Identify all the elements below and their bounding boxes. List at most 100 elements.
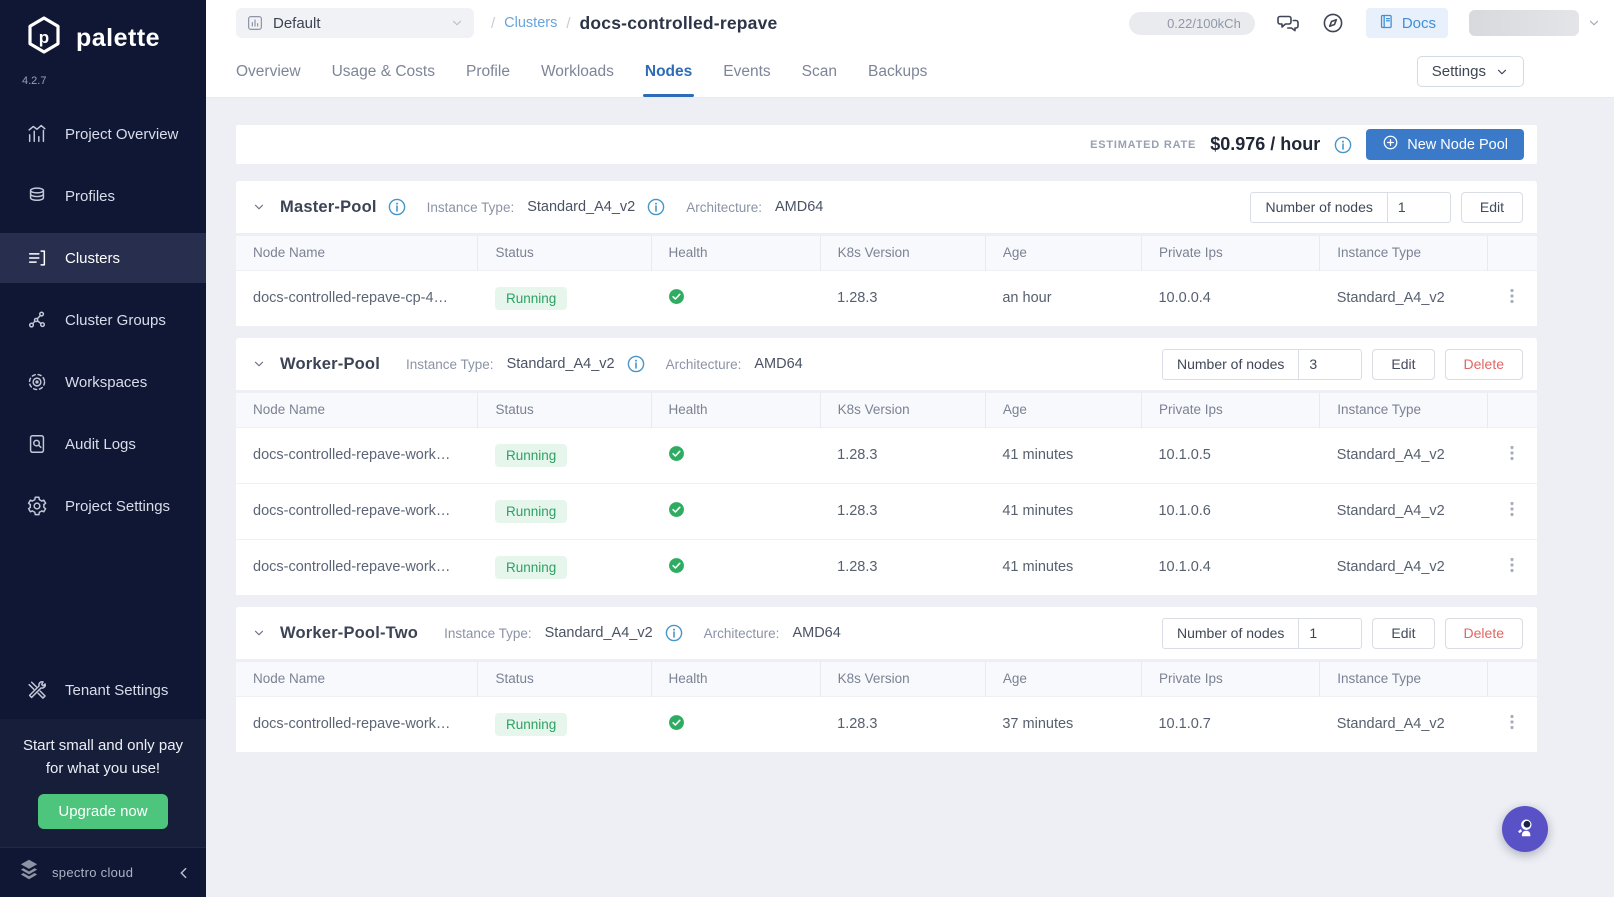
collapse-chevron-icon[interactable] [252,200,266,214]
node-age: an hour [1002,290,1052,307]
k8s-version: 1.28.3 [837,447,878,463]
sidebar-item-tenant-settings[interactable]: Tenant Settings [0,665,206,715]
node-name: docs-controlled-repave-work… [253,716,451,733]
info-icon[interactable] [647,198,665,216]
node-name: docs-controlled-repave-work… [253,559,451,576]
status-badge: Running [494,443,568,467]
number-of-nodes-label: Number of nodes [1251,192,1388,222]
delete-button[interactable]: Delete [1444,348,1523,380]
user-menu[interactable] [1469,10,1601,36]
sidebar: p palette 4.2.7 Project Overview Profile… [0,0,206,897]
tab-scan[interactable]: Scan [802,46,837,97]
k8s-version: 1.28.3 [837,559,878,576]
page-title: docs-controlled-repave [579,12,778,33]
info-icon[interactable] [1334,136,1352,154]
sidebar-item-label: Project Settings [65,497,171,515]
pool-name: Worker-Pool-Two [280,623,419,642]
topbar: Default / Clusters / docs-controlled-rep… [206,0,1614,46]
sidebar-collapse-button[interactable] [176,865,192,881]
instance-type: Standard_A4_v2 [1336,447,1445,463]
tab-profile[interactable]: Profile [466,46,510,97]
tab-events[interactable]: Events [723,46,770,97]
instance-type-value: Standard_A4_v2 [544,625,653,641]
number-of-nodes-input[interactable] [1299,625,1362,641]
node-age: 41 minutes [1002,503,1074,519]
architecture-label: Architecture: [665,356,742,372]
sidebar-item-cluster-groups[interactable]: Cluster Groups [0,295,206,345]
topbar-right: 0.22/100kCh Docs [1128,8,1601,38]
tab-usage-costs[interactable]: Usage & Costs [332,46,435,97]
health-ok-icon [668,557,685,574]
breadcrumb-separator: / [491,14,496,32]
audit-icon [26,433,48,455]
settings-dropdown-button[interactable]: Settings [1416,56,1524,87]
new-node-pool-button[interactable]: New Node Pool [1366,129,1524,160]
collapse-chevron-icon[interactable] [252,357,266,371]
tab-workloads[interactable]: Workloads [541,46,614,97]
sidebar-item-project-overview[interactable]: Project Overview [0,109,206,159]
column-header-instance-type: Instance Type [1319,662,1488,696]
column-header-menu [1487,662,1537,696]
chat-bubbles-icon[interactable] [1276,11,1300,35]
usage-badge: 0.22/100kCh [1128,11,1255,35]
chevron-down-icon [450,16,464,30]
palette-logo-icon: p [22,14,66,63]
instance-type-value: Standard_A4_v2 [527,199,636,215]
docs-button[interactable]: Docs [1365,8,1448,38]
number-of-nodes-input[interactable] [1299,356,1362,372]
collapse-chevron-icon[interactable] [252,626,266,640]
compass-icon[interactable] [1321,11,1345,35]
estimated-rate-label: ESTIMATED RATE [1090,138,1197,151]
breadcrumb-separator: / [566,14,571,32]
upgrade-now-button[interactable]: Upgrade now [38,794,168,829]
kebab-menu-icon[interactable] [1504,500,1520,518]
sidebar-item-audit-logs[interactable]: Audit Logs [0,419,206,469]
pool-actions: Edit [1460,191,1523,223]
health-ok-icon [668,445,685,462]
nodes-table: Node Name Status Health K8s Version Age Priva… [236,236,1537,326]
project-selector-dropdown[interactable]: Default [236,8,474,38]
kebab-menu-icon[interactable] [1504,444,1520,462]
kebab-menu-icon[interactable] [1504,713,1520,731]
number-of-nodes-input[interactable] [1387,199,1450,215]
bar-chart-icon [246,14,264,32]
sidebar-item-workspaces[interactable]: Workspaces [0,357,206,407]
column-header-status: Status [477,662,652,696]
tab-overview[interactable]: Overview [236,46,301,97]
edit-button[interactable]: Edit [1372,348,1435,380]
info-icon[interactable] [388,198,406,216]
pool-name: Worker-Pool [280,354,380,373]
tab-nodes[interactable]: Nodes [642,46,695,97]
sidebar-item-clusters[interactable]: Clusters [0,233,206,283]
kebab-menu-icon[interactable] [1504,556,1520,574]
info-icon[interactable] [627,355,645,373]
architecture-value: AMD64 [775,199,824,215]
kebab-menu-icon[interactable] [1504,287,1520,305]
astronaut-icon [1512,815,1538,844]
instance-type-label: Instance Type: [426,199,515,215]
delete-button[interactable]: Delete [1444,617,1523,649]
settings-button-label: Settings [1431,63,1486,80]
health-ok-icon [668,501,685,518]
architecture-value: AMD64 [754,356,803,372]
pool-header: Master-Pool Instance Type: Standard_A4_v… [236,181,1537,233]
estimated-rate-value: $0.976 / hour [1210,134,1321,154]
breadcrumb-clusters-link[interactable]: Clusters [504,15,557,31]
gear-icon [26,495,48,517]
table-header-row: Node Name Status Health K8s Version Age Priva… [236,662,1537,696]
workspaces-icon [26,371,48,393]
breadcrumb: / Clusters / docs-controlled-repave [491,13,777,34]
tab-backups[interactable]: Backups [868,46,927,97]
info-icon[interactable] [665,624,683,642]
node-name: docs-controlled-repave-work… [253,447,451,463]
node-age: 41 minutes [1002,559,1074,576]
help-assistant-fab[interactable] [1502,806,1548,852]
sidebar-item-project-settings[interactable]: Project Settings [0,481,206,531]
layers-icon [26,185,48,207]
sidebar-item-profiles[interactable]: Profiles [0,171,206,221]
status-badge: Running [494,499,568,523]
bar-chart-icon [26,123,48,145]
edit-button[interactable]: Edit [1372,617,1435,649]
instance-type-label: Instance Type: [444,625,532,641]
edit-button[interactable]: Edit [1460,191,1523,223]
